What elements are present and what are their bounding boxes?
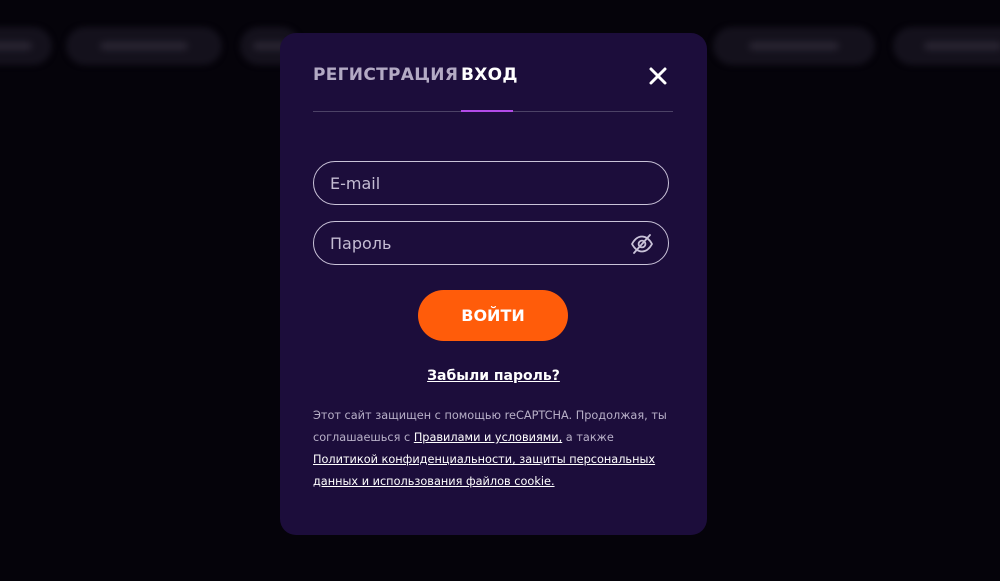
eye-off-icon bbox=[631, 234, 653, 254]
email-field-wrapper bbox=[313, 161, 669, 205]
background-nav-item bbox=[66, 27, 222, 65]
disclaimer-text-2: а также bbox=[562, 431, 614, 444]
active-tab-indicator bbox=[461, 110, 513, 112]
background-nav-item bbox=[893, 27, 1000, 65]
tab-register[interactable]: РЕГИСТРАЦИЯ bbox=[313, 65, 458, 85]
background-nav-item bbox=[713, 27, 875, 65]
recaptcha-disclaimer: Этот сайт защищен с помощью reCAPTCHA. П… bbox=[313, 405, 673, 493]
background-nav-item bbox=[0, 27, 52, 65]
password-field-wrapper bbox=[313, 221, 669, 265]
login-submit-button[interactable]: ВОЙТИ bbox=[418, 290, 568, 341]
tab-login[interactable]: ВХОД bbox=[461, 65, 518, 85]
forgot-password-link[interactable]: Забыли пароль? bbox=[427, 368, 560, 384]
forgot-password-row: Забыли пароль? bbox=[280, 365, 707, 384]
terms-link[interactable]: Правилами и условиями, bbox=[414, 431, 562, 444]
close-icon bbox=[649, 67, 667, 85]
privacy-policy-link[interactable]: Политикой конфиденциальности, защиты пер… bbox=[313, 453, 655, 488]
password-field[interactable] bbox=[330, 222, 630, 264]
login-modal: РЕГИСТРАЦИЯ ВХОД ВОЙТИ Забыли пароль? Эт… bbox=[280, 33, 707, 535]
auth-tabs: РЕГИСТРАЦИЯ ВХОД bbox=[313, 61, 673, 112]
password-visibility-toggle[interactable] bbox=[630, 232, 654, 256]
email-field[interactable] bbox=[330, 162, 630, 204]
close-button[interactable] bbox=[647, 65, 669, 87]
